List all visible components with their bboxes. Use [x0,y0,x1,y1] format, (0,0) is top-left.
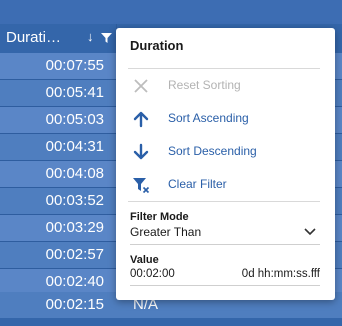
divider [128,68,320,69]
duration-cell: 00:02:40 [45,273,104,290]
reset-sorting-menu-item[interactable]: Reset Sorting [128,73,320,99]
value-input[interactable]: 00:02:00 0d hh:mm:ss.fff [130,267,320,286]
duration-cell: 00:07:55 [45,57,104,74]
value-text: 00:02:00 [130,268,175,280]
value-format-hint: 0d hh:mm:ss.fff [241,268,320,280]
menu-item-label: Sort Descending [168,144,257,158]
filter-mode-select[interactable]: Greater Than [130,224,320,245]
clear-filter-menu-item[interactable]: Clear Filter [128,172,320,198]
duration-cell: 00:04:31 [45,138,104,155]
duration-cell: 00:05:03 [45,111,104,128]
value-label: Value [130,254,159,266]
column-title[interactable]: Durati… [6,29,61,46]
menu-item-label: Clear Filter [168,177,227,191]
duration-cell: 00:02:57 [45,246,104,263]
close-icon [134,79,148,93]
duration-cell: 00:03:29 [45,219,104,236]
duration-cell: 00:04:08 [45,165,104,182]
filter-mode-label: Filter Mode [130,211,189,223]
divider [128,201,320,202]
filter-mode-value: Greater Than [130,225,202,239]
clear-filter-icon [133,178,150,194]
duration-cell: 00:05:41 [45,84,104,101]
sort-descending-indicator-icon[interactable]: ↓ [87,29,94,44]
grid-bottom-band [0,318,342,326]
arrow-down-icon [133,143,149,160]
sort-ascending-menu-item[interactable]: Sort Ascending [128,106,320,132]
popup-title: Duration [130,38,184,53]
sort-descending-menu-item[interactable]: Sort Descending [128,139,320,165]
duration-cell: 00:03:52 [45,192,104,209]
chevron-down-icon [304,228,316,236]
menu-item-label: Sort Ascending [168,111,249,125]
filter-active-icon[interactable] [101,33,112,43]
column-menu-popup: Duration Reset Sorting Sort Ascending So… [116,28,335,300]
menu-item-label: Reset Sorting [168,78,241,92]
duration-cell: 00:02:15 [45,296,104,313]
arrow-up-icon [133,111,149,128]
